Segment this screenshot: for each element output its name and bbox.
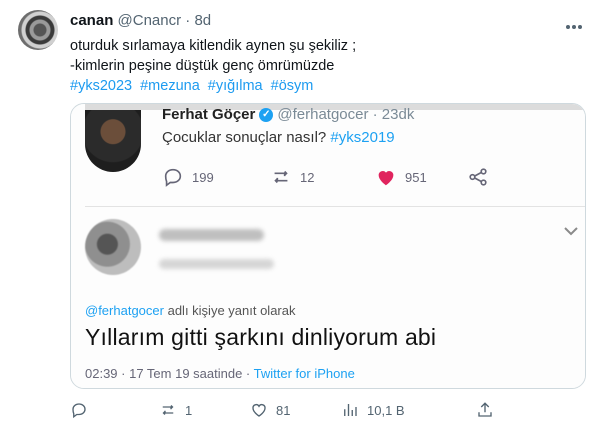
views-button[interactable]: 10,1 B: [341, 398, 405, 422]
original-tweet-text: Çocuklar sonuçlar nasıl?: [162, 129, 327, 146]
reply-to-mention: @ferhatgocer: [85, 303, 164, 318]
tweet-actions: 1 81 10,1 B: [70, 398, 586, 422]
original-tweet-text-line: Çocuklar sonuçlar nasıl? #yks2019: [162, 129, 399, 146]
screenshot-divider: [85, 206, 585, 207]
original-tweet-actions: 199 12 951: [162, 166, 502, 188]
reply-icon: [72, 403, 86, 419]
retweet-icon: [162, 405, 174, 415]
original-reply-count: 199: [192, 169, 214, 185]
tweet-text-line-1: oturduk sırlamaya kitlendik aynen şu şek…: [70, 38, 357, 54]
embedded-screenshot: Ferhat Göçer ✓ @ferhatgocer · 23dk Çocukla…: [71, 104, 585, 388]
more-options-icon[interactable]: [566, 16, 586, 29]
reply-text: Yıllarım gitti şarkını dinliyorum abi: [85, 324, 437, 350]
separator-dot: ·: [185, 12, 191, 29]
original-author-line: Ferhat Göçer ✓ @ferhatgocer · 23dk: [162, 106, 414, 123]
tweet-text-line-2: -kimlerin peşine düştük genç ömrümüzde: [70, 58, 335, 74]
author-handle[interactable]: @Cnancr: [118, 12, 182, 29]
hashtag-link[interactable]: #mezuna: [140, 78, 200, 94]
tweet-media-image[interactable]: Ferhat Göçer ✓ @ferhatgocer · 23dk Çocukla…: [70, 103, 586, 389]
author-avatar[interactable]: [18, 10, 58, 50]
share-button[interactable]: [476, 398, 494, 422]
original-author-handle: @ferhatgocer · 23dk: [277, 106, 415, 123]
reply-button[interactable]: [70, 398, 96, 422]
hashtag-row: #yks2023 #mezuna #yığılma #ösym: [70, 76, 317, 96]
tweet[interactable]: canan @Cnancr · 8d oturduk sırlamaya kit…: [0, 0, 603, 432]
share-icon: [469, 168, 487, 186]
retweet-button[interactable]: 1: [159, 398, 192, 422]
reply-timestamp: 02:39 · 17 Tem 19 saatinde ·: [85, 366, 251, 381]
original-author-avatar: [85, 110, 141, 172]
like-button[interactable]: 81: [250, 398, 290, 422]
reply-author-handle-blurred: [159, 259, 274, 269]
original-like-count: 951: [405, 169, 427, 185]
views-chart-icon: [344, 404, 357, 416]
original-author-name: Ferhat Göçer: [162, 106, 256, 123]
tweet-time[interactable]: 8d: [194, 12, 211, 29]
original-reply-action: 199: [162, 166, 214, 188]
original-retweet-action: 12: [270, 166, 314, 188]
original-like-action: 951: [375, 166, 427, 188]
original-retweet-count: 12: [300, 169, 315, 185]
verified-badge-icon: ✓: [259, 108, 274, 123]
like-count: 81: [276, 402, 291, 418]
share-upload-icon: [478, 402, 492, 417]
retweet-icon: [274, 170, 288, 184]
reply-source: Twitter for iPhone: [253, 366, 355, 381]
reply-to-suffix: adlı kişiye yanıt olarak: [167, 303, 296, 318]
reply-author-avatar-blurred: [85, 219, 141, 275]
hashtag-link[interactable]: #yığılma: [208, 78, 263, 94]
original-share-action: [467, 166, 489, 188]
reply-to-line: @ferhatgocer adlı kişiye yanıt olarak: [85, 303, 296, 318]
retweet-count: 1: [185, 402, 193, 418]
heart-filled-icon: [378, 171, 394, 186]
heart-icon: [252, 404, 266, 417]
hashtag-link[interactable]: #ösym: [271, 78, 314, 94]
hashtag-link[interactable]: #yks2023: [70, 78, 132, 94]
chevron-down-icon: [564, 227, 578, 236]
author-name[interactable]: canan: [70, 12, 113, 29]
reply-meta: 02:39 · 17 Tem 19 saatinde · Twitter for…: [85, 366, 355, 381]
original-hashtag: #yks2019: [330, 129, 395, 146]
view-count: 10,1 B: [367, 402, 405, 418]
tweet-header: canan @Cnancr · 8d: [70, 12, 211, 29]
reply-author-name-blurred: [159, 229, 264, 241]
reply-icon: [164, 168, 182, 187]
